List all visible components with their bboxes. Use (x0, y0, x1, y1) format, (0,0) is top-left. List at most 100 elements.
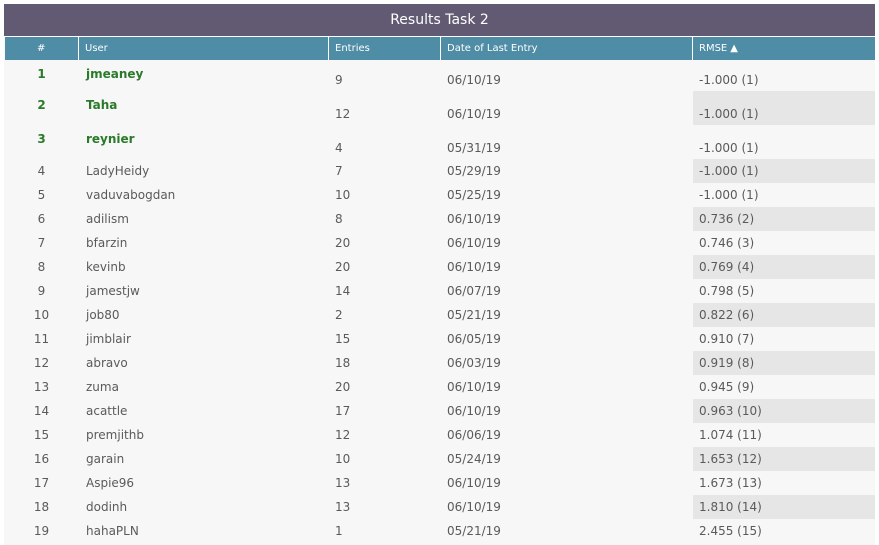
table-row: 7 bfarzin 20 06/10/19 0.746 (3) (5, 231, 876, 255)
rmse-cell: -1.000 (1) (699, 73, 759, 87)
results-title: Results Task 2 (4, 4, 875, 37)
entries-cell: 18 (335, 356, 351, 370)
rmse-column-header[interactable]: RMSE ▲ (692, 37, 875, 60)
user-cell[interactable]: bfarzin (79, 231, 329, 255)
user-cell[interactable]: adilism (79, 207, 329, 231)
entries-cell: 12 (335, 107, 351, 121)
table-row: 6 adilism 8 06/10/19 0.736 (2) (5, 207, 875, 231)
entries-cell: 2 (335, 308, 343, 322)
rank-cell: 17 (33, 476, 50, 490)
entries-cell: 9 (335, 73, 343, 87)
user-cell[interactable]: premjithb (79, 423, 329, 447)
rank-cell: 3 (37, 132, 46, 146)
rank-cell: 8 (37, 260, 46, 274)
date-cell: 06/10/19 (447, 380, 501, 394)
table-row: 12 abravo 18 06/03/19 0.919 (8) (5, 351, 875, 375)
date-cell: 06/06/19 (447, 428, 501, 442)
rmse-cell: -1.000 (1) (699, 141, 759, 155)
rank-cell: 16 (33, 452, 50, 466)
table-row: 19 hahaPLN 1 05/21/19 2.455 (15) (5, 519, 876, 543)
rank-cell: 10 (33, 308, 50, 322)
rank-cell: 6 (37, 212, 46, 226)
entries-cell: 20 (335, 260, 351, 274)
rmse-cell: 0.910 (7) (699, 332, 755, 346)
rank-cell: 18 (33, 500, 50, 514)
entries-cell: 10 (335, 188, 351, 202)
user-cell[interactable]: dodinh (79, 495, 329, 519)
rank-cell: 9 (37, 284, 46, 298)
rmse-cell: 1.673 (13) (699, 476, 762, 490)
rmse-cell: 0.769 (4) (692, 255, 875, 279)
table-row: 10 job80 2 05/21/19 0.822 (6) (5, 303, 875, 327)
date-cell: 05/25/19 (447, 188, 501, 202)
user-cell[interactable]: abravo (79, 351, 329, 375)
rmse-cell: 0.736 (2) (692, 207, 875, 231)
rank-cell: 5 (37, 188, 46, 202)
rmse-cell: 2.455 (15) (699, 524, 762, 538)
user-cell[interactable]: jamestjw (79, 279, 329, 303)
date-column-header[interactable]: Date of Last Entry (440, 37, 693, 60)
table-row: 1 jmeaney 9 06/10/19 -1.000 (1) (5, 60, 876, 91)
entries-cell: 20 (335, 236, 351, 250)
rmse-column-label: RMSE (699, 43, 728, 54)
entries-cell: 4 (335, 141, 343, 155)
results-panel: Results Task 2 # User Entries Date of La… (4, 4, 875, 545)
table-header-row: # User Entries Date of Last Entry RMSE ▲ (4, 37, 875, 60)
rank-cell: 14 (33, 404, 50, 418)
entries-cell: 15 (335, 332, 351, 346)
rmse-cell: 1.653 (12) (692, 447, 875, 471)
user-cell[interactable]: LadyHeidy (79, 159, 329, 183)
rank-cell: 7 (37, 236, 46, 250)
table-row: 4 LadyHeidy 7 05/29/19 -1.000 (1) (5, 159, 875, 183)
date-cell: 06/10/19 (447, 236, 501, 250)
entries-cell: 13 (335, 476, 351, 490)
date-cell: 06/10/19 (447, 260, 501, 274)
table-row: 3 reynier 4 05/31/19 -1.000 (1) (5, 125, 876, 159)
rank-cell: 15 (33, 428, 50, 442)
table-row: 14 acattle 17 06/10/19 0.963 (10) (5, 399, 875, 423)
table-body: 1 jmeaney 9 06/10/19 -1.000 (1) 2 Taha 12 06/10/… (5, 60, 876, 543)
user-cell[interactable]: garain (79, 447, 329, 471)
rmse-cell: 0.945 (9) (699, 380, 755, 394)
table-row: 9 jamestjw 14 06/07/19 0.798 (5) (5, 279, 876, 303)
sort-ascending-icon[interactable]: ▲ (730, 43, 738, 54)
rmse-cell: 0.822 (6) (692, 303, 875, 327)
rmse-cell: 0.919 (8) (692, 351, 875, 375)
rmse-cell: 0.963 (10) (692, 399, 875, 423)
entries-cell: 12 (335, 428, 351, 442)
rmse-cell: 1.074 (11) (699, 428, 762, 442)
date-cell: 06/10/19 (447, 73, 501, 87)
user-cell[interactable]: zuma (79, 375, 329, 399)
entries-cell: 17 (335, 404, 351, 418)
user-cell[interactable]: hahaPLN (79, 519, 329, 543)
date-cell: 06/05/19 (447, 332, 501, 346)
date-cell: 05/31/19 (447, 141, 501, 155)
user-cell[interactable]: job80 (79, 303, 329, 327)
user-column-header[interactable]: User (78, 37, 329, 60)
user-cell[interactable]: vaduvabogdan (79, 183, 329, 207)
rmse-cell: 0.746 (3) (699, 236, 755, 250)
date-cell: 06/10/19 (447, 107, 501, 121)
rmse-cell: -1.000 (1) (692, 91, 875, 125)
rank-cell: 4 (37, 164, 46, 178)
entries-column-header[interactable]: Entries (328, 37, 441, 60)
user-cell[interactable]: Aspie96 (79, 471, 329, 495)
user-cell[interactable]: acattle (79, 399, 329, 423)
table-row: 18 dodinh 13 06/10/19 1.810 (14) (5, 495, 875, 519)
user-cell[interactable]: kevinb (79, 255, 329, 279)
rank-cell: 12 (33, 356, 50, 370)
date-cell: 06/10/19 (447, 476, 501, 490)
entries-cell: 13 (335, 500, 351, 514)
user-cell[interactable]: reynier (79, 125, 329, 159)
date-cell: 06/10/19 (447, 500, 501, 514)
rmse-cell: 1.810 (14) (692, 495, 875, 519)
table-row: 2 Taha 12 06/10/19 -1.000 (1) (5, 91, 875, 125)
entries-cell: 8 (335, 212, 343, 226)
user-cell[interactable]: jmeaney (79, 60, 329, 91)
date-cell: 05/21/19 (447, 308, 501, 322)
table-row: 15 premjithb 12 06/06/19 1.074 (11) (5, 423, 876, 447)
user-cell[interactable]: jimblair (79, 327, 329, 351)
user-cell[interactable]: Taha (79, 91, 329, 125)
rank-column-header[interactable]: # (4, 37, 79, 60)
table-row: 16 garain 10 05/24/19 1.653 (12) (5, 447, 875, 471)
